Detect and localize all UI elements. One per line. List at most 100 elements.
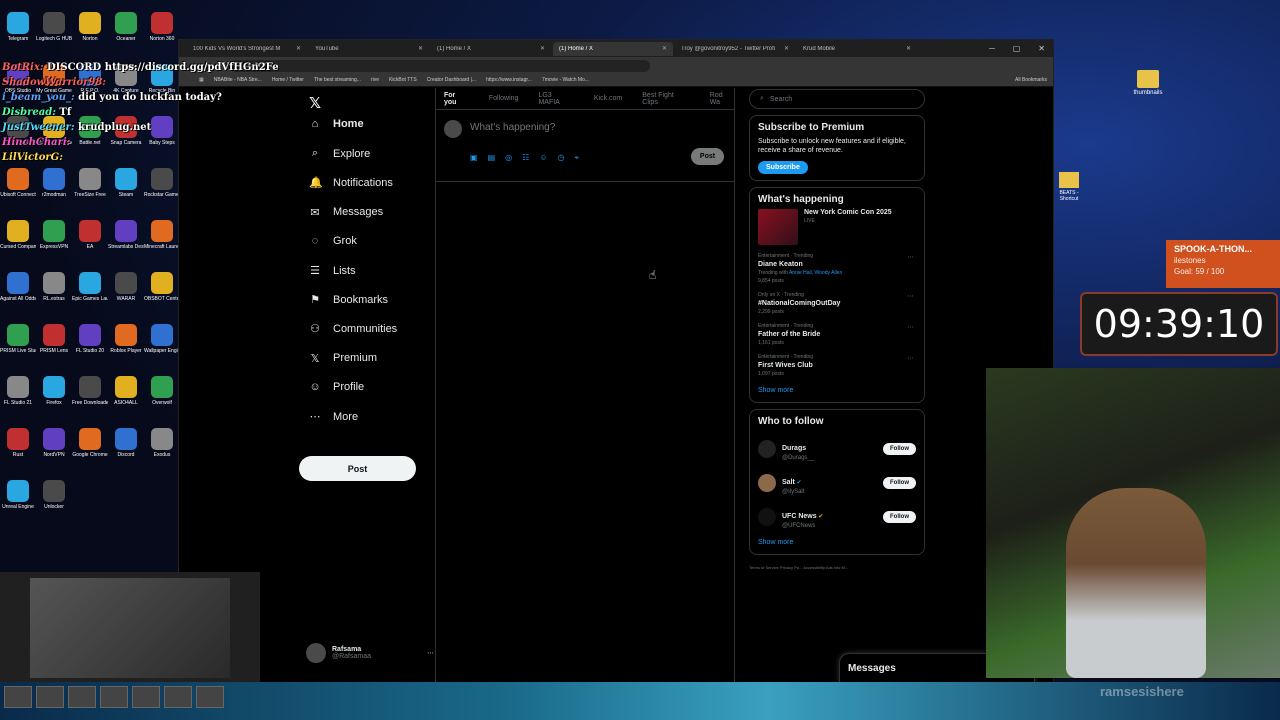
desktop-icon[interactable]: ASIO4ALL (108, 376, 144, 406)
post-button[interactable]: Post (299, 456, 416, 481)
follow-suggestion[interactable]: UFC News ✔ @UFCNews Follow (758, 505, 916, 529)
trend-item[interactable]: Entertainment · Trending First Wives Club… (758, 354, 916, 377)
location-icon[interactable]: ⌖ (574, 153, 579, 163)
desktop-icon[interactable]: NordVPN (36, 428, 72, 458)
desktop-icon[interactable]: RL.extras (36, 272, 72, 302)
more-icon[interactable]: ⋯ (907, 323, 914, 331)
tab-close-icon[interactable]: ✕ (662, 45, 667, 52)
nav-item-lists[interactable]: ☰ Lists (309, 264, 356, 278)
tab-close-icon[interactable]: ✕ (418, 45, 423, 52)
bookmark-item[interactable]: KickBot TTS (389, 77, 417, 83)
desktop-icon[interactable]: Norton 360 (144, 12, 180, 42)
more-icon[interactable]: ⋯ (907, 292, 914, 300)
desktop-icon[interactable]: Streamlabs Desktop (108, 220, 144, 250)
nav-item-more[interactable]: ⋯ More (309, 410, 359, 424)
follow-button[interactable]: Follow (883, 443, 916, 455)
window-thumbnail[interactable] (36, 686, 64, 708)
tab-for-you[interactable]: For you (444, 92, 469, 106)
desktop-icon[interactable]: Oceaner (108, 12, 144, 42)
bookmark-item[interactable]: https://www.instagr... (486, 77, 532, 83)
desktop-icon[interactable]: Discord (108, 428, 144, 458)
tab-lg3-mafia[interactable]: LG3 MAFIA (538, 92, 573, 106)
trend-item[interactable]: Only on X · Trending #NationalComingOutDa… (758, 292, 916, 315)
browser-tab[interactable]: (1) Home / X ✕ (553, 41, 673, 56)
all-bookmarks[interactable]: All Bookmarks (1015, 77, 1053, 83)
nav-item-notifications[interactable]: 🔔 Notifications (309, 176, 393, 190)
tab-best-fight-clips[interactable]: Best Fight Clips (642, 92, 689, 106)
browser-tab[interactable]: YouTube ✕ (309, 42, 429, 56)
nav-item-home[interactable]: ⌂ Home (309, 118, 364, 130)
x-logo-icon[interactable]: 𝕏 (309, 94, 321, 112)
desktop-icon[interactable]: FL Studio 20 (72, 324, 108, 354)
desktop-icon[interactable]: Rockstar Games Launcher (144, 168, 180, 198)
window-thumbnail[interactable] (196, 686, 224, 708)
maximize-icon[interactable]: ▢ (1013, 44, 1021, 53)
footer-links[interactable]: Terms of Service Privacy Po... Accessibi… (749, 563, 925, 572)
thumbnails-folder[interactable]: thumbnails (1128, 70, 1168, 96)
search-input[interactable]: ⌕ Search (749, 89, 925, 109)
nav-item-messages[interactable]: ✉ Messages (309, 206, 383, 219)
desktop-icon[interactable]: Free Downloader (72, 376, 108, 406)
featured-event[interactable]: New York Comic Con 2025 LIVE (758, 209, 916, 245)
bookmark-item[interactable]: 7movie - Watch Mo... (542, 77, 589, 83)
desktop-icon[interactable]: Unreal Engine (0, 480, 36, 510)
more-icon[interactable]: ⋯ (427, 649, 434, 657)
browser-tab[interactable]: 100 Kids Vs World's Strongest M ✕ (187, 42, 307, 56)
desktop-icon[interactable]: PRISM Lens (36, 324, 72, 354)
nav-item-profile[interactable]: ☺ Profile (309, 381, 364, 393)
desktop-icon[interactable]: Overwolf (144, 376, 180, 406)
desktop-icon[interactable]: Against All Odds (0, 272, 36, 302)
image-icon[interactable]: ▣ (470, 153, 478, 163)
beats-folder[interactable]: BEATS - Shortcut (1054, 172, 1084, 202)
follow-button[interactable]: Follow (883, 511, 916, 523)
window-thumbnail[interactable] (132, 686, 160, 708)
tab-kick-com[interactable]: Kick.com (594, 95, 622, 102)
tab-rod-wa[interactable]: Rod Wa (710, 92, 734, 106)
desktop-icon[interactable]: Exodus (144, 428, 180, 458)
desktop-icon[interactable]: Ubisoft Connect (0, 168, 36, 198)
follow-suggestion[interactable]: Salt ✔ @IlySalt Follow (758, 471, 916, 495)
tab-close-icon[interactable]: ✕ (906, 45, 911, 52)
window-thumbnail[interactable] (164, 686, 192, 708)
desktop-icon[interactable]: TreeSize Free (72, 168, 108, 198)
window-thumbnail[interactable] (100, 686, 128, 708)
bookmark-item[interactable]: The best streaming... (314, 77, 361, 83)
subscribe-button[interactable]: Subscribe (758, 161, 808, 174)
desktop-icon[interactable]: Steam (108, 168, 144, 198)
trend-item[interactable]: Entertainment · Trending Diane Keaton Tren… (758, 253, 916, 284)
trend-context-links[interactable]: Annie Hall, Woody Allen (789, 270, 842, 276)
nav-item-explore[interactable]: ⌕ Explore (309, 147, 370, 160)
desktop-icon[interactable]: r2modman (36, 168, 72, 198)
schedule-icon[interactable]: ◷ (557, 153, 564, 163)
desktop-icon[interactable]: Firefox (36, 376, 72, 406)
compose-post-button[interactable]: Post (691, 148, 724, 165)
window-thumbnail[interactable] (4, 686, 32, 708)
desktop-icon[interactable]: FL Studio 21 (0, 376, 36, 406)
desktop-icon[interactable]: ExpressVPN (36, 220, 72, 250)
show-more-link[interactable]: Show more (758, 387, 916, 394)
close-icon[interactable]: ✕ (1038, 44, 1045, 53)
trend-item[interactable]: Entertainment · Trending Father of the Br… (758, 323, 916, 346)
tab-close-icon[interactable]: ✕ (784, 45, 789, 52)
follow-suggestion[interactable]: Durags @Durags__ Follow (758, 437, 916, 461)
desktop-icon[interactable]: OBSBOT Center (144, 272, 180, 302)
tab-close-icon[interactable]: ✕ (296, 45, 301, 52)
gif-icon[interactable]: ▤ (488, 153, 496, 163)
desktop-icon[interactable]: Minecraft Launcher (144, 220, 180, 250)
desktop-icon[interactable]: Unlocker (36, 480, 72, 510)
bookmark-item[interactable]: rive (371, 77, 379, 83)
desktop-icon[interactable]: Cursed Companions (0, 220, 36, 250)
desktop-icon[interactable]: WARAR (108, 272, 144, 302)
desktop-icon[interactable]: PRISM Live Studio (0, 324, 36, 354)
desktop-icon[interactable]: Logitech G HUB (36, 12, 72, 42)
follow-button[interactable]: Follow (883, 477, 916, 489)
tab-close-icon[interactable]: ✕ (540, 45, 545, 52)
desktop-icon[interactable]: Wallpaper Engine (144, 324, 180, 354)
desktop-icon[interactable]: Rust (0, 428, 36, 458)
nav-item-grok[interactable]: ◌ Grok (309, 235, 357, 247)
desktop-icon[interactable]: Roblox Player (108, 324, 144, 354)
emoji-icon[interactable]: ☺ (539, 153, 547, 163)
desktop-icon[interactable]: Google Chrome (72, 428, 108, 458)
browser-tab[interactable]: (1) Home / X ✕ (431, 42, 551, 56)
grok-icon[interactable]: ◎ (505, 153, 512, 163)
